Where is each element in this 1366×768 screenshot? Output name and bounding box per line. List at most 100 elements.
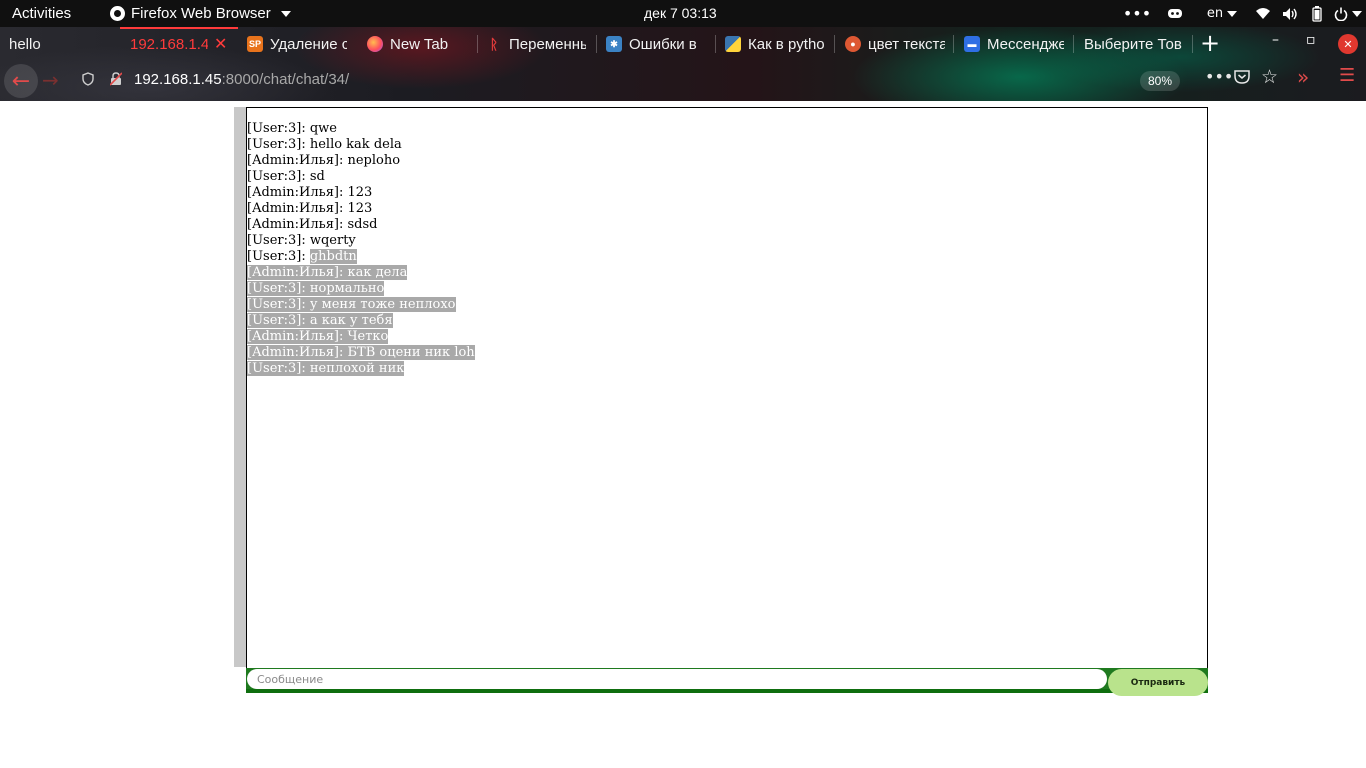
tab-vyberite[interactable]: Выберите Тов [1084,27,1184,61]
close-icon: ✕ [1343,37,1353,51]
tab-label: цвет текста [868,35,945,53]
firefox-icon [110,6,125,21]
sp-icon: SP [247,36,263,52]
chat-message: [User:3]: а как у тебя [247,313,1207,329]
chat-message: [User:3]: sd [247,169,1207,185]
message-text: [Admin:Илья]: 123 [247,185,373,200]
message-selected-text: [User:3]: нормально [247,281,385,296]
tab-hello[interactable]: hello [9,27,109,61]
tab-new-tab[interactable]: New Tab [367,27,467,61]
chat-message: [User:3]: qwe [247,121,1207,137]
maximize-button[interactable]: ▫ [1306,32,1316,48]
close-tab-icon[interactable]: ✕ [214,34,227,54]
chat-message: [User:3]: неплохой ник [247,361,1207,377]
chat-scrollbar[interactable] [234,107,246,667]
url-path: :8000/chat/chat/34/ [221,71,350,88]
wifi-icon[interactable] [1250,7,1276,20]
volume-icon[interactable] [1276,7,1304,21]
tab-label: Выберите Тов [1084,35,1182,53]
navigation-bar: ← → 192.168.1.45:8000/chat/chat/34/ 80% … [0,61,1366,101]
app-menu[interactable]: Firefox Web Browser [110,5,291,22]
power-icon[interactable] [1330,7,1366,21]
send-button[interactable]: Отправить [1108,669,1208,696]
chat-message: [User:3]: hello kak dela [247,137,1207,153]
chat-message: [User:3]: нормально [247,281,1207,297]
tab-current[interactable]: 192.168.1.4 ✕ [120,27,238,61]
message-text: [User:3]: hello kak dela [247,137,402,152]
language-selector[interactable]: en [1194,6,1250,21]
chevron-double-right-icon[interactable]: » [1297,65,1309,89]
message-input[interactable] [247,669,1107,689]
tab-separator [834,35,835,53]
tab-cvet-teksta[interactable]: ● цвет текста [845,27,945,61]
window-close-button[interactable]: ✕ [1338,34,1358,54]
message-text: [User:3]: [247,249,310,264]
chat-message: [Admin:Илья]: 123 [247,201,1207,217]
new-tab-button[interactable]: + [1200,29,1220,57]
tab-peremennye[interactable]: ᚱ Переменны [486,27,586,61]
discord-icon[interactable] [1156,7,1194,20]
chat-log: [User:3]: qwe [User:3]: hello kak dela [… [246,107,1208,669]
tab-label: hello [9,35,41,53]
forward-button[interactable]: → [42,68,59,92]
browser-chrome: hello 192.168.1.4 ✕ SP Удаление с New Ta… [0,27,1366,101]
message-selected-text: [User:3]: неплохой ник [247,361,405,376]
message-text: [Admin:Илья]: neploho [247,153,401,168]
chat-message: [Admin:Илья]: neploho [247,153,1207,169]
chat-message: [User:3]: у меня тоже неплохо [247,297,1207,313]
more-icon[interactable]: ••• [1118,4,1156,23]
tab-separator [1073,35,1074,53]
duckduckgo-icon: ● [845,36,861,52]
message-selected-text: [User:3]: у меня тоже неплохо [247,297,456,312]
chat-message: [User:3]: ghbdtn [247,249,1207,265]
chat-message: [User:3]: wqerty [247,233,1207,249]
message-selected-text: [Admin:Илья]: как дела [247,265,408,280]
tab-oshibki[interactable]: ✱ Ошибки в [606,27,706,61]
blue-square-icon: ✱ [606,36,622,52]
chevron-down-icon [1352,10,1362,17]
back-button[interactable]: ← [4,64,38,98]
tab-separator [477,35,478,53]
tab-label: Как в pytho [748,35,825,53]
message-text: [Admin:Илья]: sdsd [247,217,378,232]
tab-label: Удаление с [270,35,347,53]
tab-separator [953,35,954,53]
tab-label: Переменны [509,35,586,53]
bookmark-star-icon[interactable]: ☆ [1261,66,1278,88]
pocket-icon[interactable] [1234,69,1250,88]
clock[interactable]: дек 7 03:13 [644,5,717,21]
more-icon[interactable]: ••• [1205,67,1233,86]
tab-label: New Tab [390,35,449,53]
message-selected-text: ghbdtn [309,249,357,264]
menu-icon[interactable]: ☰ [1339,65,1355,86]
arrow-right-icon: → [42,68,59,92]
battery-icon[interactable] [1304,5,1330,22]
tab-label: Ошибки в [629,35,697,53]
chat-message: [Admin:Илья]: sdsd [247,217,1207,233]
tab-udalenie[interactable]: SP Удаление с [247,27,347,61]
message-selected-text: [Admin:Илья]: Четко [247,329,389,344]
insecure-lock-icon[interactable] [109,72,123,90]
tab-separator [715,35,716,53]
tab-label: Мессендже [987,35,1064,53]
tab-kak-v-python[interactable]: Как в pytho [725,27,825,61]
zoom-indicator[interactable]: 80% [1140,71,1180,91]
url-bar[interactable]: 192.168.1.45:8000/chat/chat/34/ [76,67,1186,95]
chevron-down-icon [1227,10,1238,17]
tab-separator [1192,35,1193,53]
url-host: 192.168.1.45 [134,71,222,88]
chat-message: [Admin:Илья]: БТВ оцени ник loh [247,345,1207,361]
message-text: [Admin:Илья]: 123 [247,201,373,216]
chat-message: [Admin:Илья]: как дела [247,265,1207,281]
app-menu-label: Firefox Web Browser [131,5,271,22]
activities-button[interactable]: Activities [12,5,71,22]
message-text: [User:3]: qwe [247,121,337,136]
chat-message: [Admin:Илья]: Четко [247,329,1207,345]
url-text[interactable]: 192.168.1.45:8000/chat/chat/34/ [134,71,349,88]
shield-icon[interactable] [82,72,94,90]
arrow-left-icon: ← [11,68,31,94]
minimize-button[interactable]: – [1272,32,1279,48]
tab-messenger[interactable]: ▬ Мессендже [964,27,1064,61]
tab-separator [596,35,597,53]
message-compose-bar: Отправить [246,668,1208,696]
